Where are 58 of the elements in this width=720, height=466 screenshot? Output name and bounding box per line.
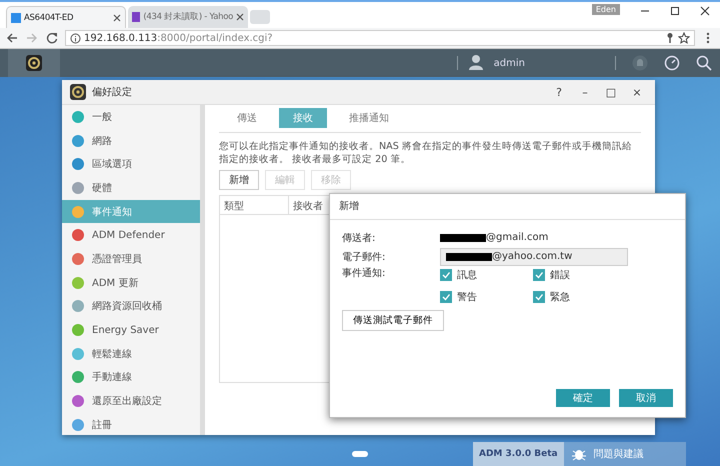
browser-tab[interactable]: AS6404T-ED <box>6 6 126 28</box>
sidebar-item[interactable]: ADM 更新 <box>62 270 200 294</box>
window-control[interactable]: – <box>575 86 595 98</box>
sidebar-item[interactable]: ADM Defender <box>62 223 200 248</box>
reload-icon[interactable] <box>45 32 59 44</box>
dialog-title: 新增 <box>330 194 685 220</box>
gauge-icon[interactable] <box>664 55 680 71</box>
address-field[interactable]: 192.168.0.113:8000/portal/index.cgi? <box>65 30 695 46</box>
sidebar-item[interactable]: 註冊 <box>62 412 200 435</box>
close-icon[interactable] <box>236 13 244 21</box>
back-icon[interactable] <box>5 32 19 44</box>
toolbar-button[interactable]: 新增 <box>219 170 259 190</box>
settings-app-button[interactable] <box>8 49 60 77</box>
info-icon <box>70 32 81 44</box>
event-checkbox[interactable]: 警告 <box>440 290 533 304</box>
star-icon[interactable] <box>678 32 690 44</box>
window-title: 偏好設定 <box>92 86 132 99</box>
redaction-bar <box>446 252 492 260</box>
tab[interactable]: 傳送 <box>223 108 271 128</box>
window-control[interactable]: × <box>627 86 647 98</box>
checkbox[interactable] <box>440 291 452 303</box>
checkbox[interactable] <box>533 269 545 281</box>
event-checkbox[interactable]: 錯誤 <box>533 268 613 282</box>
sidebar-item[interactable]: 憑證管理員 <box>62 247 200 271</box>
field-label: 傳送者: <box>342 232 376 244</box>
sidebar-item[interactable]: 區域選項 <box>62 152 200 176</box>
checkbox[interactable] <box>440 269 452 281</box>
field-label: 事件通知: <box>342 266 386 280</box>
redaction-bar <box>440 234 486 242</box>
checkbox[interactable] <box>533 291 545 303</box>
search-icon[interactable] <box>696 55 712 71</box>
sidebar-item[interactable]: Energy Saver <box>62 318 200 342</box>
close-icon[interactable] <box>113 14 121 22</box>
sidebar-item[interactable]: 手動連線 <box>62 366 200 390</box>
version-label: ADM 3.0.0 Beta <box>473 442 564 466</box>
column-header[interactable]: 類型 <box>220 196 289 214</box>
event-checkbox[interactable]: 緊急 <box>533 290 613 304</box>
tab[interactable]: 推播通知 <box>335 108 403 128</box>
bug-icon <box>572 447 586 461</box>
sidebar-item[interactable]: 一般 <box>62 105 200 129</box>
sidebar-item[interactable]: 輕鬆連線 <box>62 342 200 366</box>
sidebar-item[interactable]: 網路資源回收桶 <box>62 294 200 318</box>
browser-tab[interactable]: (434 封未讀取) - Yahoo <box>128 6 248 28</box>
description-text: 您可以在此指定事件通知的接收者。NAS 將會在指定的事件發生時傳送電子郵件或手機簡訊給指定的接收者。 接收者最多可設定 20 筆。 <box>219 140 633 166</box>
sender-email: @gmail.com <box>486 232 548 243</box>
sidebar-item[interactable]: 硬體 <box>62 176 200 200</box>
email-field[interactable]: @yahoo.com.tw <box>440 248 628 266</box>
window-control[interactable]: ? <box>549 86 569 98</box>
send-test-email-button[interactable]: 傳送測試電子郵件 <box>342 310 444 331</box>
sidebar-item[interactable]: 還原至出廠設定 <box>62 389 200 413</box>
event-checkbox[interactable]: 訊息 <box>440 268 533 282</box>
app-icon <box>11 12 21 22</box>
user-icon <box>468 54 484 72</box>
field-label: 電子郵件: <box>342 250 386 264</box>
dock-handle[interactable] <box>352 451 368 457</box>
user-name[interactable]: admin <box>494 58 525 68</box>
sidebar-item[interactable]: 網路 <box>62 128 200 152</box>
window-control[interactable]: □ <box>601 86 621 98</box>
